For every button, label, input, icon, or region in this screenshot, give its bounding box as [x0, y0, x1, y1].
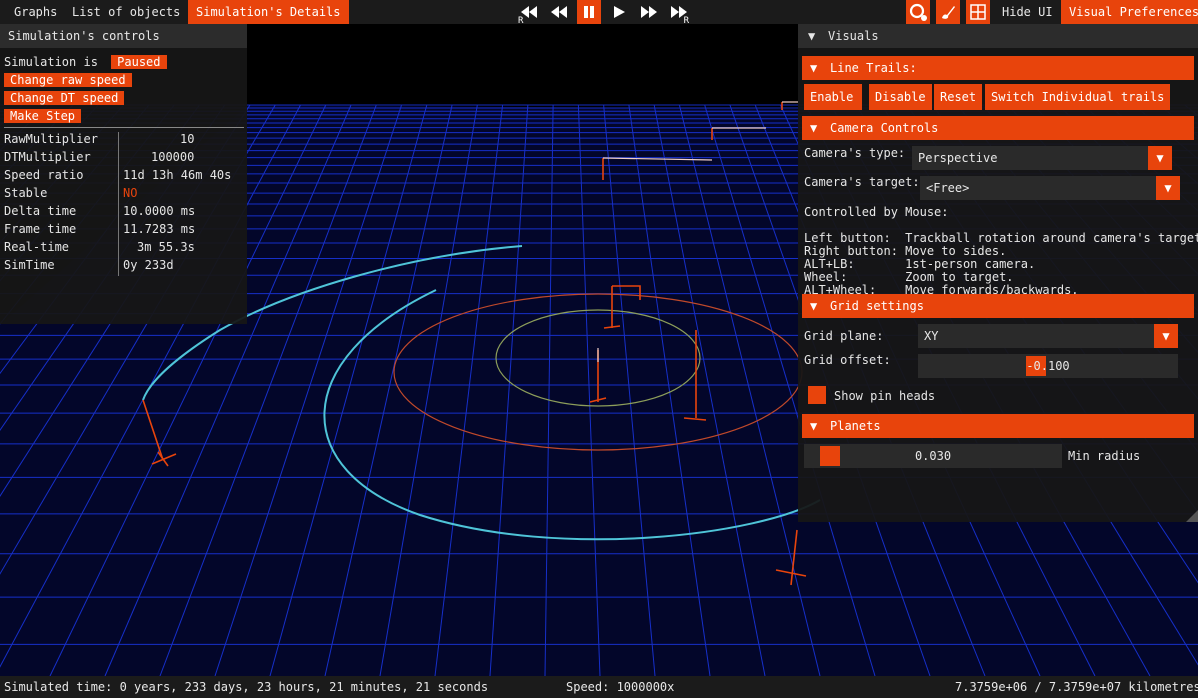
planets-title: Planets	[830, 419, 881, 433]
grid-offset-slider[interactable]: -0.100	[918, 354, 1178, 378]
resize-grip-icon[interactable]	[1186, 510, 1198, 522]
grid-button[interactable]	[966, 0, 990, 24]
change-raw-speed-button[interactable]: Change raw speed	[4, 73, 132, 87]
show-pin-heads-label: Show pin heads	[834, 389, 936, 403]
val-raw-multiplier: 10	[180, 132, 195, 146]
grid-offset-label: Grid offset:	[804, 353, 891, 367]
hide-ui-button[interactable]: Hide UI	[994, 0, 1061, 24]
play-button[interactable]	[607, 0, 631, 24]
chevron-down-icon[interactable]: ▼	[1156, 176, 1180, 200]
trails-reset-button[interactable]: Reset	[934, 84, 983, 110]
speed-text: Speed: 1000000x	[566, 680, 675, 694]
grid-plane-label: Grid plane:	[804, 329, 884, 343]
change-dt-speed-button[interactable]: Change DT speed	[4, 91, 125, 105]
search-settings-icon	[909, 3, 927, 21]
camera-type-label: Camera's type:	[804, 146, 906, 160]
collapse-triangle-icon: ▼	[810, 61, 818, 75]
status-bar: Simulated time: 0 years, 233 days, 23 ho…	[0, 676, 1198, 698]
key-dt-multiplier: DTMultiplier	[4, 150, 91, 164]
rewind-reset-button[interactable]: R	[517, 0, 541, 26]
val-real-time: 3m 55.3s	[137, 240, 195, 254]
show-pin-heads-checkbox[interactable]	[808, 386, 826, 404]
rewind-button[interactable]	[547, 0, 571, 24]
pause-button[interactable]	[577, 0, 601, 24]
brush-icon	[942, 6, 955, 19]
camera-controls-section[interactable]: ▼ Camera Controls	[802, 116, 1194, 140]
make-step-button[interactable]: Make Step	[4, 109, 82, 123]
min-radius-value: 0.030	[914, 449, 952, 463]
sim-status-badge[interactable]: Paused	[111, 55, 167, 69]
grid-plane-select[interactable]: XY ▼	[918, 324, 1178, 348]
val-dt-multiplier: 100000	[151, 150, 195, 164]
grid-plane-value: XY	[924, 329, 939, 343]
switch-individual-trails-button[interactable]: Switch Individual trails	[985, 84, 1171, 110]
table-divider	[4, 127, 244, 128]
key-delta-time: Delta time	[4, 204, 77, 218]
planets-section[interactable]: ▼ Planets	[802, 414, 1194, 438]
camera-target-label: Camera's target:	[804, 175, 920, 189]
pause-icon	[584, 6, 594, 18]
camera-type-select[interactable]: Perspective ▼	[912, 146, 1172, 170]
visual-preferences-button[interactable]: Visual Preferences	[1061, 0, 1198, 24]
line-trails-title: Line Trails:	[830, 61, 917, 75]
table-column-divider	[118, 132, 119, 276]
search-settings-button[interactable]	[906, 0, 930, 24]
fast-forward-reset-sub: R	[683, 16, 689, 26]
val-frame-time: 11.7283 ms	[123, 222, 196, 236]
fast-forward-icon	[641, 6, 657, 18]
simulated-time-text: Simulated time: 0 years, 233 days, 23 ho…	[4, 680, 489, 694]
collapse-triangle-icon: ▼	[810, 299, 818, 313]
fast-forward-button[interactable]	[637, 0, 661, 24]
camera-help-text: Controlled by Mouse: Left button: Trackb…	[804, 205, 1198, 297]
sim-status-label: Simulation is	[4, 55, 98, 69]
menu-list-of-objects[interactable]: List of objects	[64, 0, 188, 24]
sim-status-row: Simulation is Paused	[4, 54, 167, 70]
grid-settings-title: Grid settings	[830, 299, 924, 313]
visuals-header[interactable]: ▼ Visuals	[798, 24, 1198, 48]
grid-settings-section[interactable]: ▼ Grid settings	[802, 294, 1194, 318]
fast-forward-reset-button[interactable]: R	[667, 0, 691, 26]
key-stable: Stable	[4, 186, 48, 200]
rewind-icon	[551, 6, 567, 18]
simulation-controls-panel: Simulation's controls Simulation is Paus…	[0, 24, 247, 324]
scale-text: 7.3759e+06 / 7.3759e+07 kilometres	[955, 680, 1198, 694]
line-trails-section[interactable]: ▼ Line Trails:	[802, 56, 1194, 80]
visuals-panel: ▼ Visuals ▼ Line Trails: Enable Disable Re…	[798, 24, 1198, 522]
grid-offset-value: -0.100	[1026, 359, 1070, 373]
min-radius-label: Min radius	[1068, 449, 1141, 463]
chevron-down-icon[interactable]: ▼	[1148, 146, 1172, 170]
camera-target-value: <Free>	[926, 181, 970, 195]
camera-controls-title: Camera Controls	[830, 121, 939, 135]
key-real-time: Real-time	[4, 240, 70, 254]
val-delta-time: 10.0000 ms	[123, 204, 196, 218]
sim-controls-title: Simulation's controls	[0, 24, 247, 48]
collapse-triangle-icon: ▼	[810, 419, 818, 433]
trails-disable-button[interactable]: Disable	[869, 84, 932, 110]
menu-graphs[interactable]: Graphs	[6, 0, 65, 24]
key-frame-time: Frame time	[4, 222, 77, 236]
val-sim-time: 0y 233d	[123, 258, 174, 272]
visuals-title: Visuals	[828, 29, 879, 43]
key-speed-ratio: Speed ratio	[4, 168, 84, 182]
brush-button[interactable]	[936, 0, 960, 24]
rewind-reset-sub: R	[518, 16, 524, 26]
menu-simulation-details[interactable]: Simulation's Details	[188, 0, 349, 24]
collapse-triangle-icon: ▼	[810, 121, 818, 135]
camera-target-select[interactable]: <Free> ▼	[920, 176, 1180, 200]
camera-type-value: Perspective	[918, 151, 998, 165]
top-menubar: Graphs List of objects Simulation's Deta…	[0, 0, 1198, 26]
collapse-triangle-icon: ▼	[808, 29, 816, 43]
key-sim-time: SimTime	[4, 258, 55, 272]
play-icon	[614, 6, 625, 18]
chevron-down-icon[interactable]: ▼	[1154, 324, 1178, 348]
key-raw-multiplier: RawMultiplier	[4, 132, 98, 146]
val-speed-ratio: 11d 13h 46m 40s	[123, 168, 232, 182]
val-stable: NO	[123, 186, 138, 200]
grid-icon	[970, 4, 986, 20]
trails-enable-button[interactable]: Enable	[804, 84, 862, 110]
min-radius-slider[interactable]: 0.030	[804, 444, 1062, 468]
